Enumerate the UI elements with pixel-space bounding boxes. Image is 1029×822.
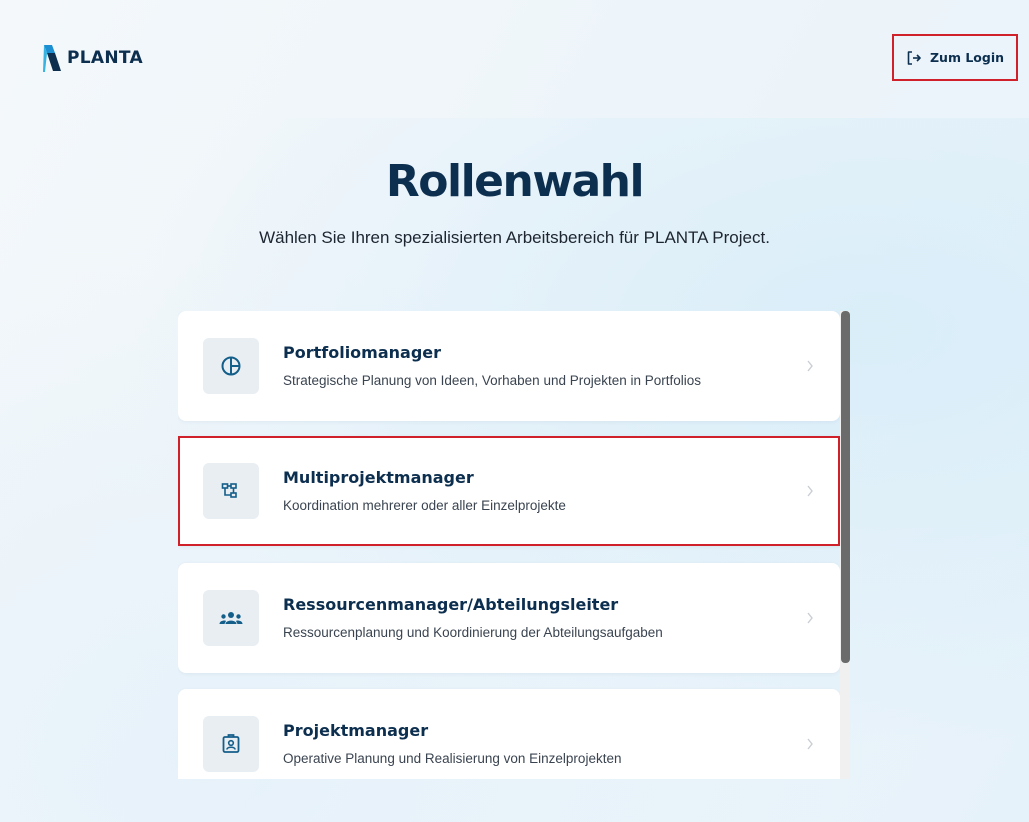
role-description: Strategische Planung von Ideen, Vorhaben… — [283, 373, 702, 388]
role-icon-box — [203, 716, 259, 772]
logout-arrow-icon — [907, 50, 921, 65]
chevron-right-icon — [807, 360, 813, 372]
role-card-portfoliomanager[interactable]: Portfoliomanager Strategische Planung vo… — [178, 311, 840, 421]
planta-logo-mark-icon — [43, 45, 61, 72]
login-label: Zum Login — [929, 50, 1005, 65]
id-badge-icon — [222, 734, 240, 753]
role-title: Portfoliomanager — [283, 343, 442, 362]
login-button[interactable]: Zum Login — [892, 34, 1018, 81]
scrollbar[interactable] — [840, 311, 850, 779]
role-card-ressourcenmanager[interactable]: Ressourcenmanager/Abteilungsleiter Resso… — [178, 563, 840, 673]
role-icon-box — [203, 463, 259, 519]
role-title: Ressourcenmanager/Abteilungsleiter — [283, 595, 619, 614]
chevron-right-icon — [807, 485, 813, 497]
role-description: Koordination mehrerer oder aller Einzelp… — [283, 498, 566, 513]
chevron-right-icon — [807, 612, 813, 624]
role-icon-box — [203, 338, 259, 394]
role-title: Projektmanager — [283, 721, 429, 740]
scrollbar-thumb[interactable] — [841, 311, 850, 663]
role-card-multiprojektmanager[interactable]: Multiprojektmanager Koordination mehrere… — [178, 436, 840, 546]
team-icon — [219, 612, 243, 624]
role-description: Ressourcenplanung und Koordinierung der … — [283, 625, 663, 640]
role-title: Multiprojektmanager — [283, 468, 474, 487]
pie-chart-icon — [221, 356, 241, 376]
role-icon-box — [203, 590, 259, 646]
chevron-right-icon — [807, 738, 813, 750]
role-list[interactable]: Portfoliomanager Strategische Planung vo… — [178, 311, 852, 779]
hierarchy-icon — [221, 483, 237, 498]
page-title: Rollenwahl — [385, 156, 645, 207]
page-subtitle: Wählen Sie Ihren spezialisierten Arbeits… — [259, 228, 770, 247]
logo-text: PLANTA — [67, 48, 143, 68]
role-description: Operative Planung und Realisierung von E… — [283, 751, 622, 766]
planta-logo: PLANTA — [43, 44, 143, 72]
role-card-projektmanager[interactable]: Projektmanager Operative Planung und Rea… — [178, 689, 840, 779]
